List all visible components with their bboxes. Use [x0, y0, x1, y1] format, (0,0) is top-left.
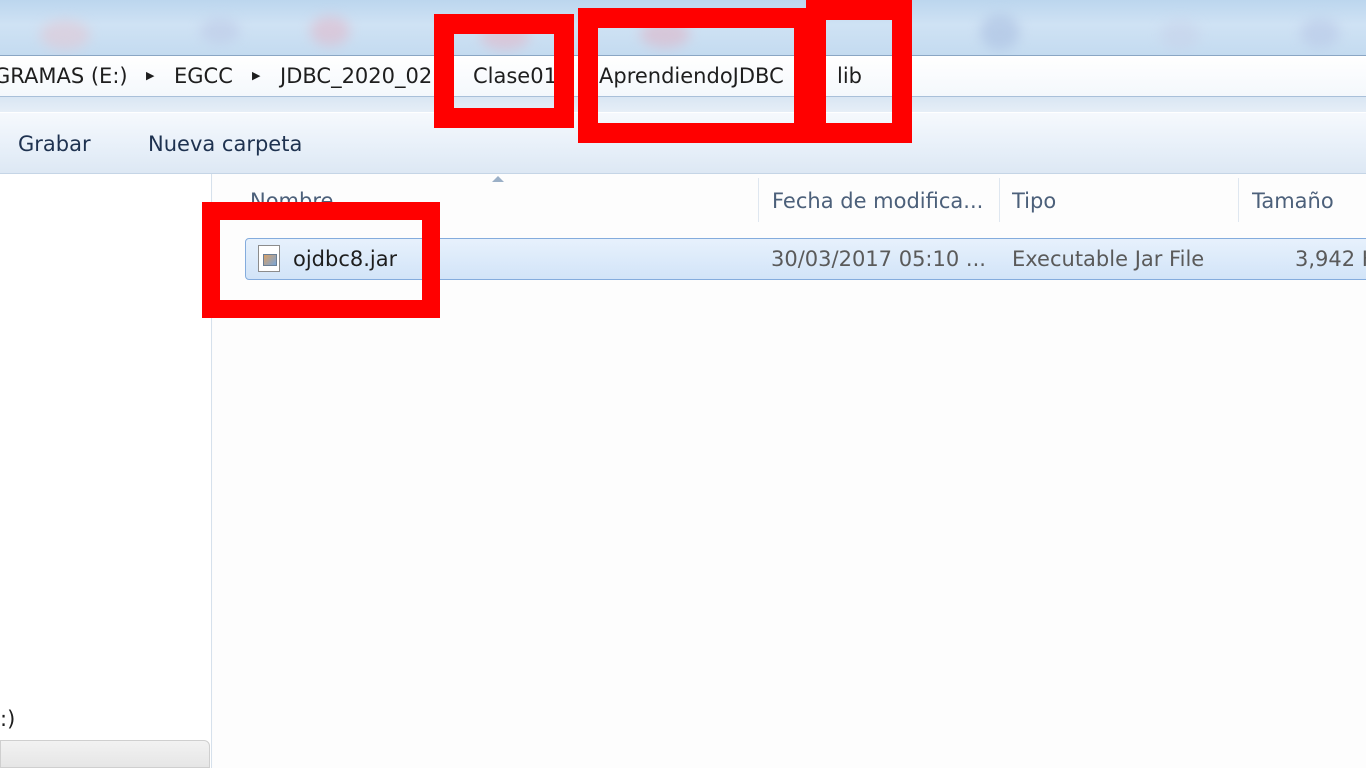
nav-item-drive[interactable]: :)	[0, 704, 15, 734]
annotation-box-file	[202, 202, 440, 318]
column-divider[interactable]	[999, 178, 1000, 222]
breadcrumb-item-jdbc[interactable]: JDBC_2020_02	[280, 56, 432, 96]
navigation-pane[interactable]	[0, 174, 212, 768]
breadcrumb-separator-icon[interactable]: ▶	[146, 56, 154, 96]
column-header-tipo[interactable]: Tipo	[1012, 174, 1232, 228]
annotation-box-lib	[806, 0, 912, 143]
annotation-box-aprendiendojdbc	[578, 8, 814, 143]
column-divider[interactable]	[758, 178, 759, 222]
column-header-tamano[interactable]: Tamaño	[1252, 174, 1366, 228]
file-type: Executable Jar File	[1012, 247, 1205, 271]
nueva-carpeta-button[interactable]: Nueva carpeta	[144, 127, 306, 161]
annotation-box-clase01	[434, 14, 574, 128]
column-header-fecha[interactable]: Fecha de modifica...	[772, 174, 1000, 228]
file-modified: 30/03/2017 05:10 ...	[771, 247, 986, 271]
grabar-button[interactable]: Grabar	[14, 127, 95, 161]
nav-pane-bottom-panel	[0, 740, 210, 768]
breadcrumb-item-drive[interactable]: GRAMAS (E:)	[0, 56, 128, 96]
breadcrumb-separator-icon[interactable]: ▶	[252, 56, 260, 96]
file-size: 3,942 K	[1295, 247, 1366, 271]
breadcrumb-item-egcc[interactable]: EGCC	[174, 56, 233, 96]
column-divider[interactable]	[1238, 178, 1239, 222]
